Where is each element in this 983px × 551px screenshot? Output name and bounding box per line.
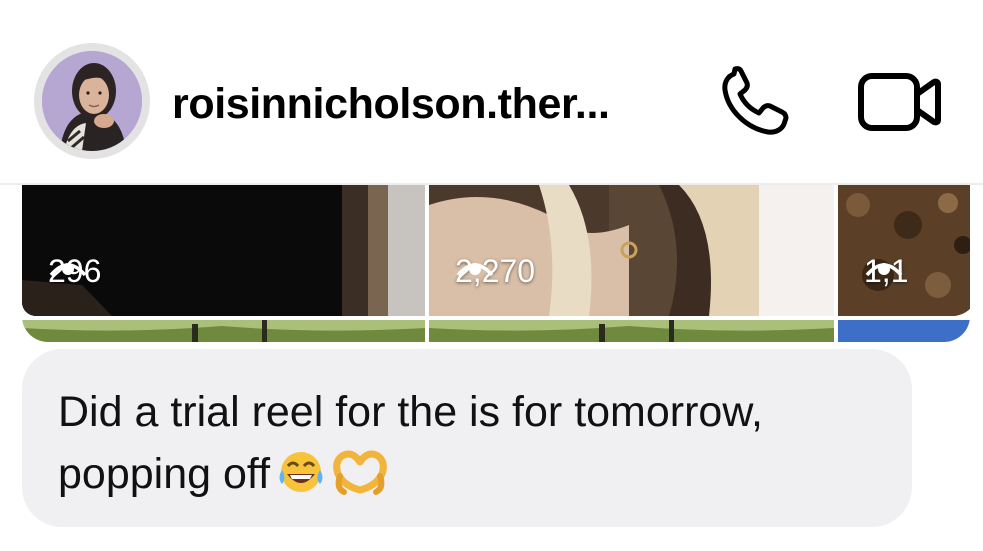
video-call-button[interactable]	[856, 68, 942, 136]
reel-thumbnail-4[interactable]	[22, 320, 425, 342]
shared-reels-grid: 296 2,270	[22, 185, 970, 342]
chat-header: roisinnicholson.ther...	[0, 0, 983, 183]
call-button[interactable]	[716, 66, 796, 138]
chat-username[interactable]: roisinnicholson.ther...	[172, 80, 610, 129]
heart-hands-icon	[332, 448, 388, 513]
direct-message-screen: roisinnicholson.ther... 296 2,270 Did a …	[0, 0, 983, 551]
reel-thumbnail-1[interactable]: 296	[22, 185, 425, 316]
reel-thumbnail-3[interactable]: 1,1	[838, 185, 970, 316]
view-count: 2,270	[455, 253, 536, 289]
reel-thumbnail-5[interactable]	[429, 320, 834, 342]
reel-thumbnail-2[interactable]: 2,270	[429, 185, 834, 316]
view-count: 296	[48, 253, 102, 289]
eye-icon	[456, 263, 494, 277]
view-count: 1,1	[864, 253, 908, 290]
face-with-tears-of-joy-icon	[276, 448, 326, 513]
eye-icon	[49, 263, 87, 277]
message-text: Did a trial reel for the is for tomorrow…	[58, 381, 898, 513]
reel-thumbnail-6[interactable]	[838, 320, 970, 342]
message-body: Did a trial reel for the is for tomorrow…	[58, 388, 763, 498]
eye-icon	[865, 263, 903, 277]
video-camera-icon	[858, 73, 941, 131]
phone-icon	[722, 66, 789, 135]
avatar[interactable]	[42, 51, 142, 151]
